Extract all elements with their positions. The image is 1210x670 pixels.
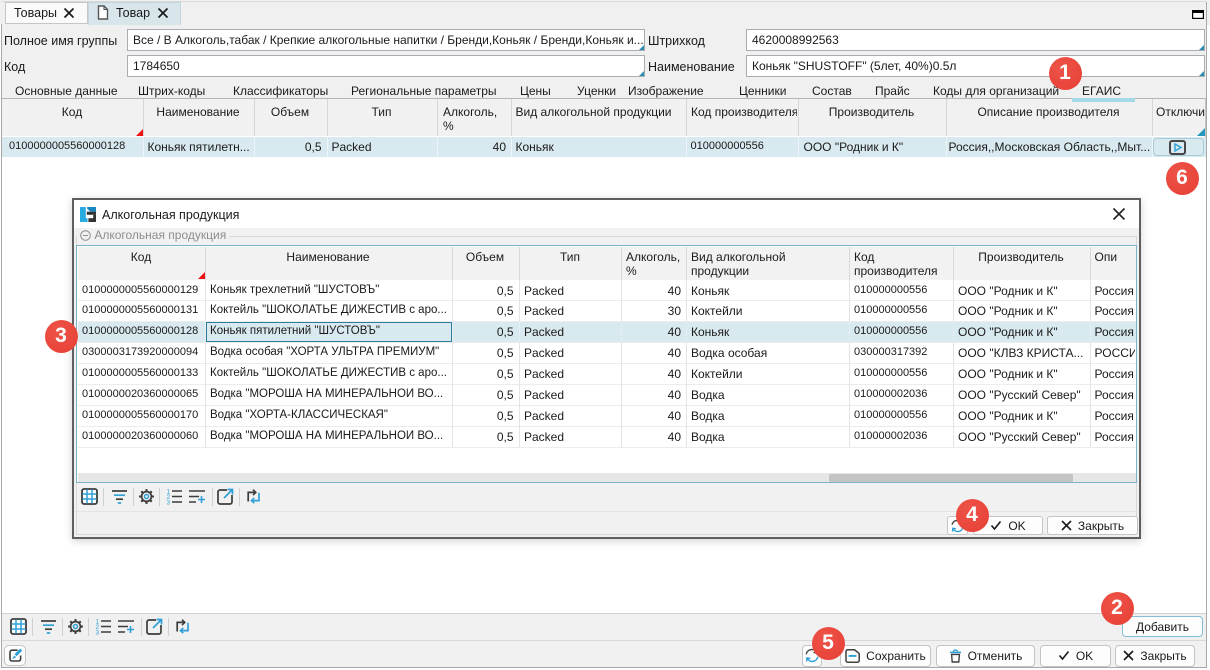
svg-text:3: 3 bbox=[167, 500, 171, 506]
svg-text:3: 3 bbox=[96, 630, 100, 636]
